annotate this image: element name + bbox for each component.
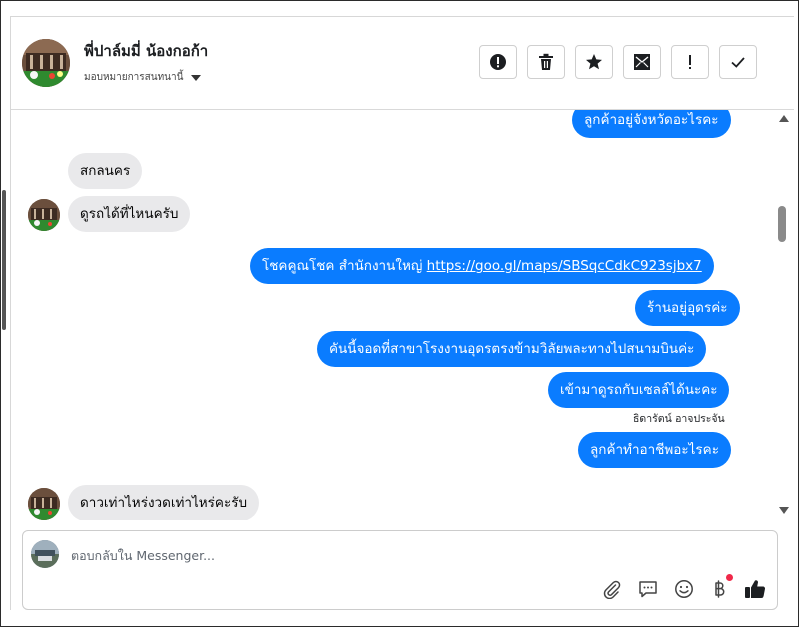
spam-button[interactable] xyxy=(479,45,517,79)
scroll-up-arrow-icon[interactable] xyxy=(779,115,789,122)
emoji-button[interactable] xyxy=(672,577,696,601)
scroll-thumb[interactable] xyxy=(778,206,786,242)
message-text: โชคคูณโชค สำนักงานใหญ่ xyxy=(262,258,427,274)
contact-name[interactable]: พี่ปาล์มมี่ น้องกอก้า xyxy=(84,39,208,63)
check-icon xyxy=(731,57,745,68)
trash-icon xyxy=(539,53,553,70)
sender-name: ธิดารัตน์ อาจประจัน xyxy=(633,413,725,425)
chevron-down-icon xyxy=(191,74,202,81)
mark-done-button[interactable] xyxy=(719,45,757,79)
message-bubble[interactable]: โชคคูณโชค สำนักงานใหญ่ https://goo.gl/ma… xyxy=(250,248,714,284)
message-bubble[interactable]: ลูกค้าอยู่จังหวัดอะไรคะ xyxy=(572,110,731,138)
assign-conversation-dropdown[interactable]: มอบหมายการสนทนานี้ xyxy=(84,70,202,85)
assign-label: มอบหมายการสนทนานี้ xyxy=(84,72,184,83)
smiley-icon xyxy=(675,580,693,598)
message-list[interactable]: ลูกค้าอยู่จังหวัดอะไรคะ สกลนคร ดูรถได้ที… xyxy=(11,110,794,520)
message-bubble[interactable]: ดูรถได้ที่ไหนครับ xyxy=(68,196,191,232)
message-bubble[interactable]: ลูกค้าทำอาชีพอะไรคะ xyxy=(578,432,731,468)
chat-bubble-icon xyxy=(639,581,657,598)
alert-circle-icon xyxy=(490,54,506,70)
contact-avatar-small[interactable] xyxy=(28,488,60,520)
envelope-icon xyxy=(634,54,650,70)
star-icon xyxy=(586,54,602,70)
message-bubble[interactable]: คันนี้จอดที่สาขาโรงงานอุดรตรงข้ามวิลัยพล… xyxy=(317,331,707,367)
star-button[interactable] xyxy=(575,45,613,79)
contact-avatar-small[interactable] xyxy=(28,199,60,231)
reply-composer xyxy=(22,530,778,610)
reply-input[interactable] xyxy=(71,545,571,565)
window-edge-scrollbar[interactable] xyxy=(2,190,6,330)
page-avatar xyxy=(31,540,59,568)
message-bubble[interactable]: ร้านอยู่อุดรค่ะ xyxy=(635,290,740,326)
message-bubble[interactable]: ดาวเท่าไหร่งวดเท่าไหร่คะรับ xyxy=(68,485,260,520)
paperclip-icon xyxy=(603,580,621,599)
like-button[interactable] xyxy=(743,577,767,601)
message-bubble[interactable]: สกลนคร xyxy=(68,153,143,189)
mark-unread-button[interactable] xyxy=(623,45,661,79)
scroll-down-arrow-icon[interactable] xyxy=(779,507,789,514)
saved-replies-button[interactable] xyxy=(636,577,660,601)
notification-dot xyxy=(726,574,733,581)
map-link[interactable]: https://goo.gl/maps/SBSqcCdkC923sjbx7 xyxy=(427,258,702,274)
thumbs-up-icon xyxy=(745,580,766,599)
baht-icon xyxy=(715,580,725,598)
delete-button[interactable] xyxy=(527,45,565,79)
conversation-scrollbar[interactable] xyxy=(774,110,790,520)
contact-avatar[interactable] xyxy=(22,39,70,87)
message-bubble[interactable]: เข้ามาดูรถกับเซลล์ได้นะคะ xyxy=(548,372,730,408)
exclamation-icon xyxy=(689,55,691,69)
attach-button[interactable] xyxy=(600,577,624,601)
conversation-header: พี่ปาล์มมี่ น้องกอก้า มอบหมายการสนทนานี้ xyxy=(11,17,794,110)
follow-up-button[interactable] xyxy=(671,45,709,79)
